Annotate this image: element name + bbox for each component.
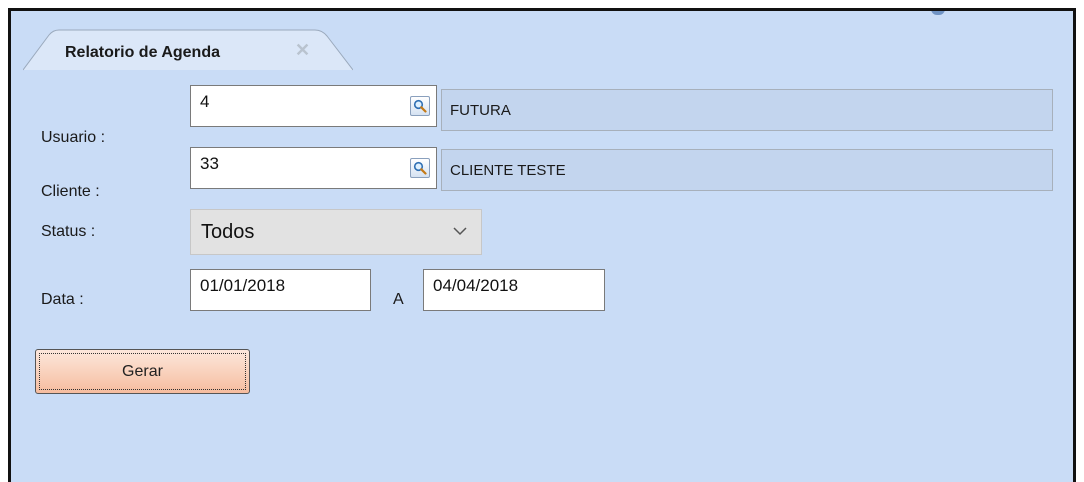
report-window: Relatorio de Agenda ✕ Usuario : 4 FUTURA… <box>8 8 1076 482</box>
status-label: Status : <box>41 223 96 240</box>
chevron-down-icon <box>453 227 467 236</box>
usuario-code-input[interactable]: 4 <box>190 85 437 127</box>
status-selected-value: Todos <box>201 221 255 243</box>
magnifier-icon <box>413 99 427 113</box>
usuario-label: Usuario : <box>41 129 106 146</box>
data-from-input[interactable]: 01/01/2018 <box>190 269 371 311</box>
usuario-lookup-button[interactable] <box>410 96 430 116</box>
tab-title: Relatorio de Agenda <box>65 44 220 61</box>
status-select[interactable]: Todos <box>190 209 482 255</box>
cliente-lookup-button[interactable] <box>410 158 430 178</box>
usuario-name-display: FUTURA <box>441 89 1053 131</box>
window-ornament <box>931 11 945 15</box>
data-to-value: 04/04/2018 <box>433 276 519 295</box>
gerar-button-label: Gerar <box>122 362 163 380</box>
usuario-code-value: 4 <box>200 92 210 111</box>
magnifier-icon <box>413 161 427 175</box>
cliente-code-value: 33 <box>200 154 219 173</box>
cliente-label: Cliente : <box>41 183 100 200</box>
data-from-value: 01/01/2018 <box>200 276 286 295</box>
data-to-input[interactable]: 04/04/2018 <box>423 269 605 311</box>
date-range-separator: A <box>393 291 404 308</box>
gerar-button[interactable]: Gerar <box>35 349 250 394</box>
data-label: Data : <box>41 291 84 308</box>
close-icon[interactable]: ✕ <box>295 40 310 61</box>
tab-relatorio-de-agenda[interactable]: Relatorio de Agenda ✕ <box>23 25 353 71</box>
cliente-name-display: CLIENTE TESTE <box>441 149 1053 191</box>
cliente-code-input[interactable]: 33 <box>190 147 437 189</box>
